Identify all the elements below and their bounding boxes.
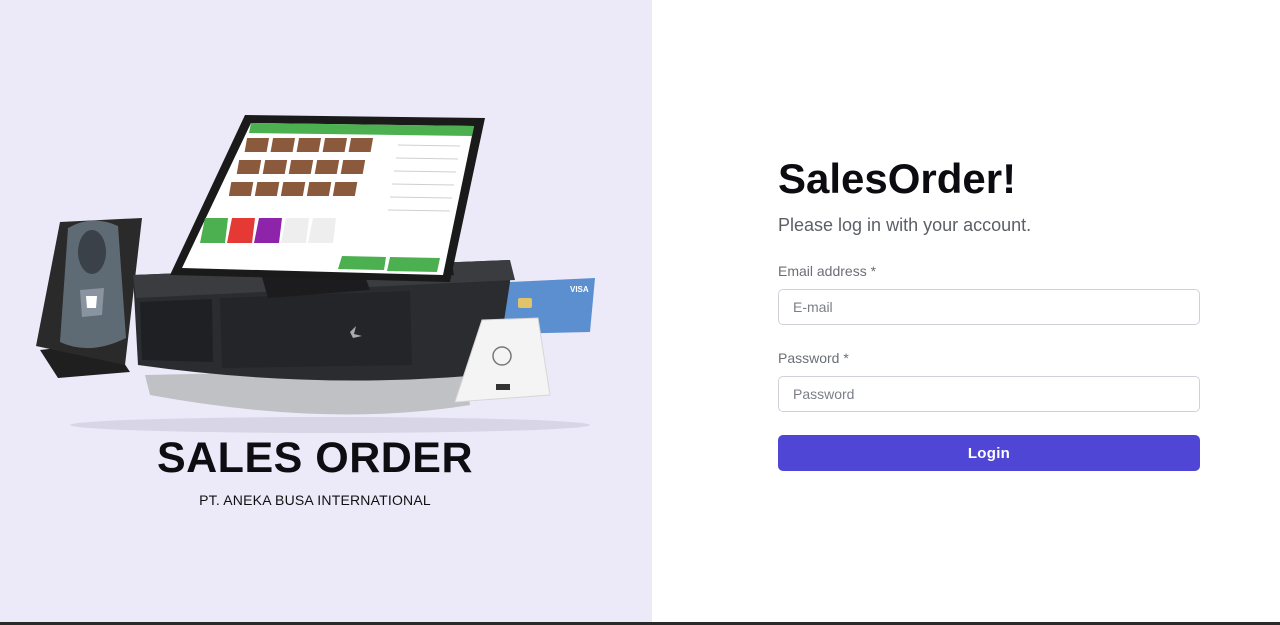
password-label: Password *: [778, 350, 849, 366]
pos-terminal-illustration-icon: VISA: [36, 115, 595, 433]
brand-subtitle: PT. ANEKA BUSA INTERNATIONAL: [199, 492, 431, 508]
login-button[interactable]: Login: [778, 435, 1200, 471]
brand-panel: VISA SALES ORDER PT. ANEKA BUSA INTERNAT…: [0, 0, 652, 622]
login-lead-text: Please log in with your account.: [778, 215, 1032, 235]
card-brand-text: VISA: [570, 285, 589, 294]
password-field[interactable]: [778, 376, 1200, 412]
email-label: Email address *: [778, 263, 877, 279]
barcode-scanner-icon: [36, 218, 142, 378]
pos-tablet-icon: [170, 115, 485, 282]
brand-title: SALES ORDER: [156, 434, 474, 482]
email-field[interactable]: [778, 289, 1200, 325]
login-panel: SalesOrder! Please log in with your acco…: [652, 0, 1280, 622]
page-title: SalesOrder!: [778, 155, 1017, 202]
